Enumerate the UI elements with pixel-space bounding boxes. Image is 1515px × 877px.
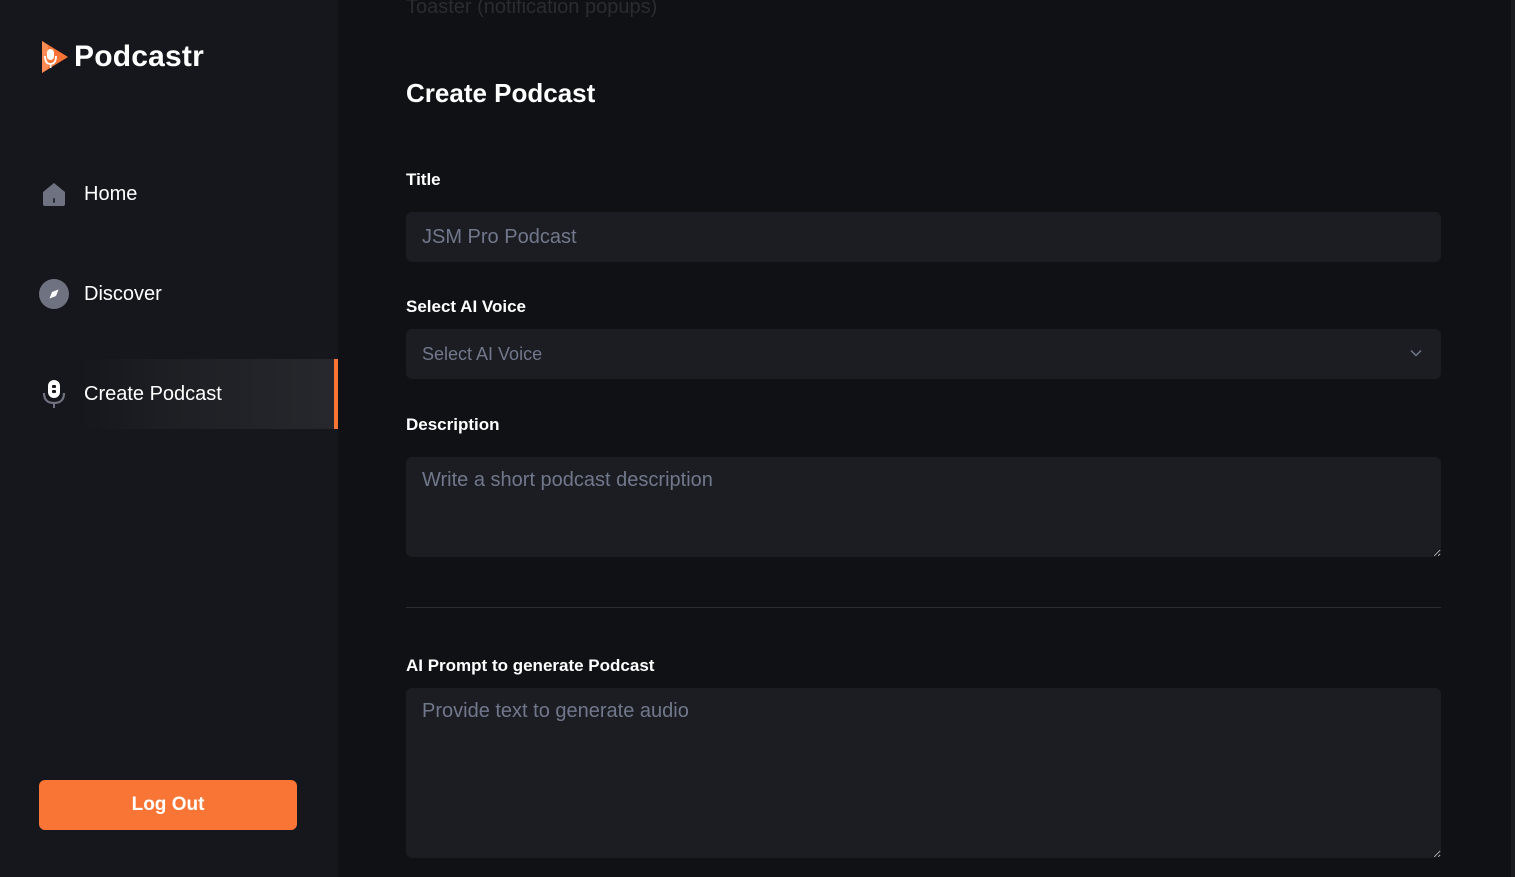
chevron-down-icon xyxy=(1410,349,1422,357)
toaster-text: Toaster (notification popups) xyxy=(406,0,658,18)
sidebar-item-label: Create Podcast xyxy=(84,382,222,405)
title-label: Title xyxy=(406,170,441,189)
sidebar-item-discover[interactable]: Discover xyxy=(0,259,338,329)
voice-select-value: Select AI Voice xyxy=(422,343,543,364)
section-divider xyxy=(406,607,1441,608)
sidebar-item-label: Discover xyxy=(84,282,162,305)
description-label: Description xyxy=(406,415,500,434)
page-scrollbar[interactable] xyxy=(1511,0,1515,877)
page-title: Create Podcast xyxy=(406,78,596,108)
home-icon xyxy=(38,178,70,210)
compass-icon xyxy=(38,278,70,310)
logout-button[interactable]: Log Out xyxy=(39,780,297,830)
title-input[interactable] xyxy=(406,212,1441,262)
podcastr-logo-icon xyxy=(42,41,68,73)
active-item-indicator xyxy=(334,359,338,429)
sidebar-item-create-podcast[interactable]: Create Podcast xyxy=(0,359,338,429)
left-sidebar: Podcastr Home Discover Create Podcast Lo… xyxy=(0,0,338,877)
voice-select[interactable]: Select AI Voice xyxy=(406,329,1441,379)
sidebar-item-label: Home xyxy=(84,182,138,205)
logo[interactable]: Podcastr xyxy=(38,38,204,76)
description-textarea[interactable] xyxy=(406,457,1441,557)
sidebar-item-home[interactable]: Home xyxy=(0,159,338,229)
voice-label: Select AI Voice xyxy=(406,297,526,316)
microphone-icon xyxy=(38,378,70,410)
ai-prompt-label: AI Prompt to generate Podcast xyxy=(406,656,655,675)
app-name: Podcastr xyxy=(74,40,204,73)
app-root: Podcastr Home Discover Create Podcast Lo… xyxy=(0,0,1515,877)
ai-prompt-textarea[interactable] xyxy=(406,688,1441,858)
